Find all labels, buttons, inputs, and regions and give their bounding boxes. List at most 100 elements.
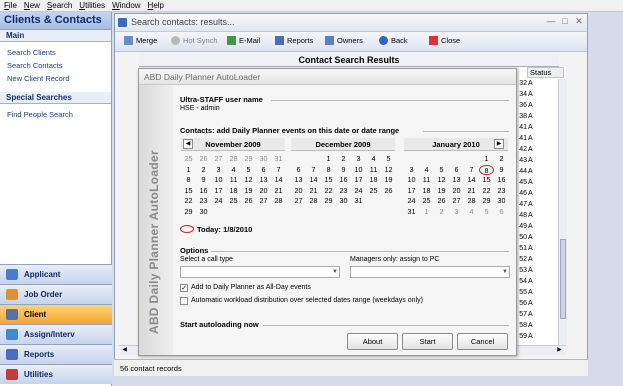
row-status[interactable]: A	[528, 289, 533, 296]
calendar-day[interactable]: 16	[336, 175, 351, 186]
calendar-day[interactable]: 29	[181, 207, 196, 218]
vertical-scrollbar[interactable]	[558, 79, 567, 345]
calendar-day[interactable]: 26	[241, 196, 256, 207]
previous-month-icon[interactable]: ◀	[183, 139, 193, 149]
calendar-day[interactable]: 9	[494, 165, 509, 176]
row-status[interactable]: A	[528, 135, 533, 142]
nav-reports[interactable]: Reports	[0, 344, 112, 364]
calendar-day[interactable]: 10	[351, 165, 366, 176]
scroll-left-icon[interactable]: ◀	[120, 346, 129, 355]
row-status[interactable]: A	[528, 212, 533, 219]
menu-window[interactable]: Window	[108, 0, 143, 10]
calendar-day[interactable]: 30	[256, 154, 271, 165]
calendar-day[interactable]: 23	[494, 186, 509, 197]
row-status[interactable]: A	[528, 300, 533, 307]
row-status[interactable]: A	[528, 201, 533, 208]
calendar-day[interactable]: 28	[271, 196, 286, 207]
calendar-day[interactable]: 4	[464, 207, 479, 218]
calendar-day[interactable]: 16	[196, 186, 211, 197]
calendar-day[interactable]: 9	[196, 175, 211, 186]
calendar-day[interactable]: 18	[226, 186, 241, 197]
calendar-day[interactable]: 13	[291, 175, 306, 186]
calendar-day[interactable]: 19	[241, 186, 256, 197]
calendar-day[interactable]: 4	[366, 154, 381, 165]
calendar-day[interactable]: 17	[351, 175, 366, 186]
calendar-day[interactable]: 31	[271, 154, 286, 165]
calendar-day[interactable]: 15	[321, 175, 336, 186]
calendar-day[interactable]: 13	[449, 175, 464, 186]
row-status[interactable]: A	[528, 168, 533, 175]
calendar-day[interactable]: 29	[321, 196, 336, 207]
calendar-day[interactable]: 8	[321, 165, 336, 176]
calendar-day[interactable]: 4	[226, 165, 241, 176]
row-status[interactable]: A	[528, 333, 533, 340]
calendar-day[interactable]: 2	[434, 207, 449, 218]
menu-search[interactable]: Search	[43, 0, 75, 10]
calendar-day[interactable]: 7	[271, 165, 286, 176]
calendar-day[interactable]: 3	[449, 207, 464, 218]
close-icon[interactable]: ✕	[573, 16, 585, 27]
calendar-day[interactable]: 15	[181, 186, 196, 197]
calendar-day[interactable]: 17	[404, 186, 419, 197]
row-status[interactable]: A	[528, 102, 533, 109]
calendar-day[interactable]: 3	[211, 165, 226, 176]
calendar-day[interactable]: 3	[404, 165, 419, 176]
calendar-day[interactable]: 22	[321, 186, 336, 197]
row-status[interactable]: A	[528, 311, 533, 318]
calendar-day[interactable]: 1	[419, 207, 434, 218]
calendar-day[interactable]: 11	[226, 175, 241, 186]
calendar-day[interactable]: 18	[419, 186, 434, 197]
scroll-right-icon[interactable]: ▶	[555, 346, 564, 355]
row-status[interactable]: A	[528, 278, 533, 285]
nav-job-order[interactable]: Job Order	[0, 284, 112, 304]
calendar-day[interactable]: 25	[181, 154, 196, 165]
calendar-day[interactable]: 21	[306, 186, 321, 197]
calendar-day[interactable]: 17	[211, 186, 226, 197]
calendar-day[interactable]: 25	[366, 186, 381, 197]
row-status[interactable]: A	[528, 234, 533, 241]
calendar-day[interactable]: 31	[351, 196, 366, 207]
calendar-day[interactable]: 21	[271, 186, 286, 197]
calendar-day[interactable]: 23	[196, 196, 211, 207]
row-status[interactable]: A	[528, 113, 533, 120]
row-status[interactable]: A	[528, 179, 533, 186]
calendar-day[interactable]: 14	[464, 175, 479, 186]
calendar-day[interactable]: 31	[404, 207, 419, 218]
calendar-day[interactable]: 7	[306, 165, 321, 176]
minimize-icon[interactable]: —	[545, 16, 557, 26]
calendar-day[interactable]: 20	[449, 186, 464, 197]
calendar-day[interactable]: 7	[464, 165, 479, 176]
row-status[interactable]: A	[528, 124, 533, 131]
link-new-client-record[interactable]: New Client Record	[0, 72, 111, 85]
calendar-day[interactable]: 12	[434, 175, 449, 186]
email-button[interactable]: E-Mail	[227, 36, 260, 45]
row-status[interactable]: A	[528, 256, 533, 263]
next-month-icon[interactable]: ▶	[494, 139, 504, 149]
nav-assign-interv[interactable]: Assign/Interv	[0, 324, 112, 344]
calendar-day[interactable]: 10	[211, 175, 226, 186]
calendar-day[interactable]: 26	[434, 196, 449, 207]
calendar-day[interactable]: 27	[291, 196, 306, 207]
row-status[interactable]: A	[528, 157, 533, 164]
call-type-select[interactable]: ▼	[180, 266, 340, 278]
row-status[interactable]: A	[528, 223, 533, 230]
nav-applicant[interactable]: Applicant	[0, 264, 112, 284]
nav-utilities[interactable]: Utilities	[0, 364, 112, 384]
nav-client[interactable]: Client	[0, 304, 112, 324]
calendar-day[interactable]: 23	[336, 186, 351, 197]
calendar-day[interactable]: 5	[479, 207, 494, 218]
calendar-day[interactable]: 6	[494, 207, 509, 218]
calendar-day[interactable]: 14	[271, 175, 286, 186]
calendar-day[interactable]: 24	[404, 196, 419, 207]
calendar-day[interactable]: 3	[351, 154, 366, 165]
calendar-day[interactable]: 14	[306, 175, 321, 186]
allday-checkbox[interactable]: ✓	[180, 284, 188, 292]
calendar-day[interactable]: 8	[479, 164, 494, 176]
calendar-day[interactable]: 28	[226, 154, 241, 165]
calendar-day[interactable]: 4	[419, 165, 434, 176]
calendar-day[interactable]: 28	[464, 196, 479, 207]
calendar-day[interactable]: 24	[351, 186, 366, 197]
calendar-day[interactable]: 25	[419, 196, 434, 207]
hot-synch-button[interactable]: Hot Synch	[171, 36, 218, 45]
back-button[interactable]: Back	[379, 36, 408, 45]
